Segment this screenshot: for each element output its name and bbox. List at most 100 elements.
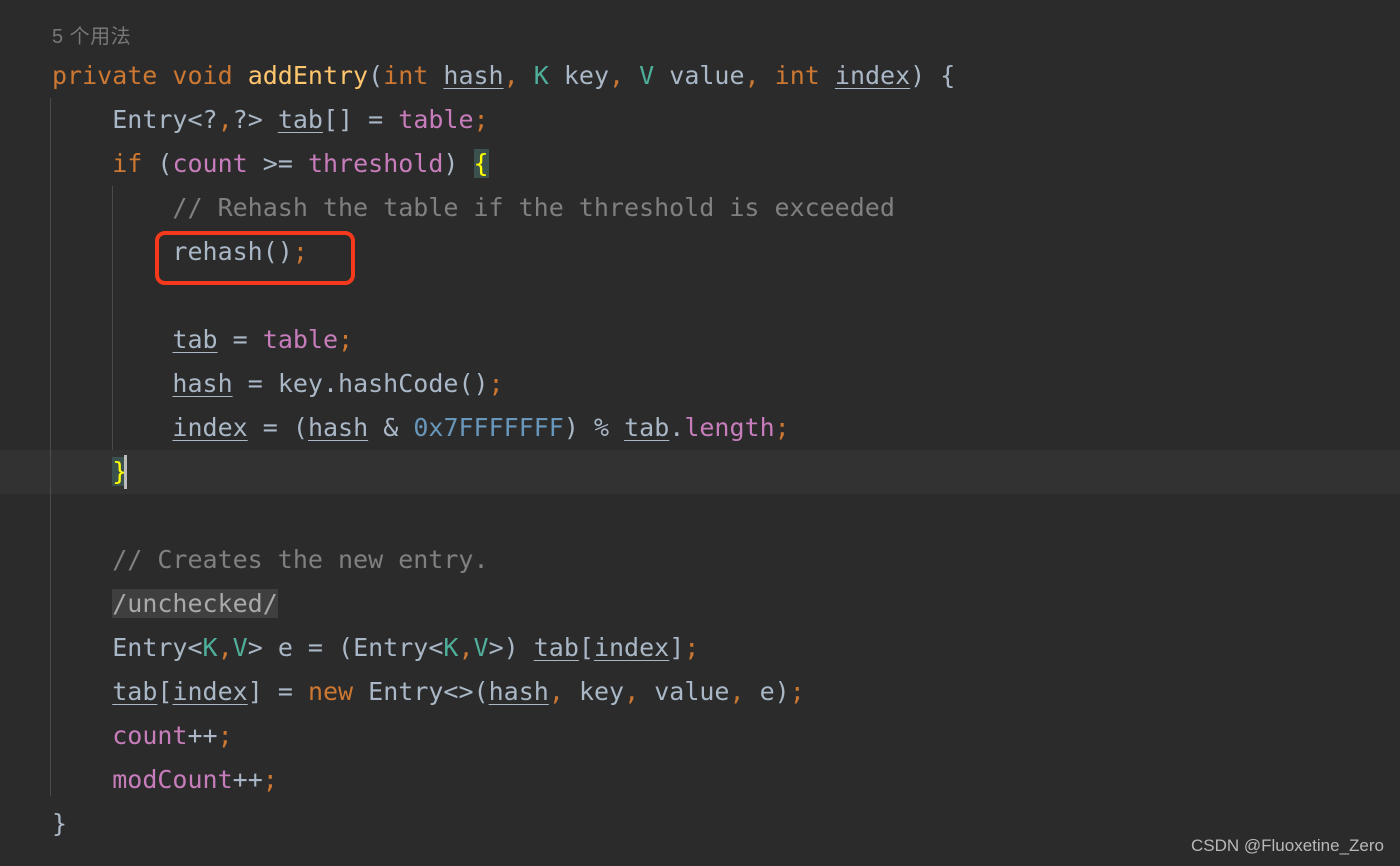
token-operator-assign: =: [368, 105, 384, 134]
token-semicolon: ;: [789, 677, 805, 706]
code-vision-usages-hint[interactable]: 5 个用法: [52, 20, 131, 49]
token-var-tab: tab: [112, 677, 158, 706]
token-comma: ,: [217, 633, 233, 662]
token-type-entry-open: Entry<: [112, 633, 203, 662]
token-brackets: []: [322, 105, 354, 134]
code-line-8: hash = key.hashCode();: [52, 362, 504, 406]
token-type-entry-rest: ?>: [232, 105, 263, 134]
code-line-2: Entry<?,?> tab[] = table;: [52, 98, 488, 142]
token-var-index: index: [593, 633, 670, 662]
token-field-table: table: [262, 325, 339, 354]
token-type-V: V: [473, 633, 489, 662]
indent-guide-level-1: [50, 98, 51, 796]
token-method-name: addEntry: [247, 61, 369, 90]
token-var-tab: tab: [624, 413, 670, 442]
code-line-10: }: [52, 450, 128, 494]
token-call-rehash: rehash(): [172, 237, 293, 266]
token-keyword-new: new: [307, 677, 354, 706]
code-line-4: // Rehash the table if the threshold is …: [52, 186, 894, 230]
token-field-modcount: modCount: [112, 765, 233, 794]
token-comment: // Creates the new entry.: [112, 545, 489, 574]
token-operator-increment: ++: [187, 721, 218, 750]
token-bracket-open: [: [157, 677, 173, 706]
token-param-hash: hash: [443, 61, 504, 90]
token-keyword-int: int: [383, 61, 429, 90]
token-var-hash: hash: [307, 413, 369, 442]
code-line-3: if (count >= threshold) {: [52, 142, 489, 186]
token-paren-close: ): [443, 149, 459, 178]
token-field-table: table: [398, 105, 474, 134]
token-field-threshold: threshold: [307, 149, 444, 178]
token-type-K: K: [443, 633, 459, 662]
token-keyword-void: void: [172, 61, 233, 90]
token-type-V: V: [232, 633, 248, 662]
token-paren-open: (: [368, 61, 384, 90]
csdn-watermark: CSDN @Fluoxetine_Zero: [1191, 836, 1384, 855]
token-var-tab: tab: [277, 105, 323, 134]
token-bracket-close: ]: [669, 633, 685, 662]
token-semicolon: ;: [217, 721, 233, 750]
token-field-length: length: [684, 413, 775, 442]
token-cast-open: > e = (Entry<: [247, 633, 444, 662]
token-operator-mod: %: [593, 413, 610, 442]
token-arg-key: key: [578, 677, 625, 706]
code-line-15: tab[index] = new Entry<>(hash, key, valu…: [52, 670, 805, 714]
token-dot: .: [669, 413, 685, 442]
code-line-18: }: [52, 802, 67, 846]
token-comma: ,: [217, 105, 233, 134]
token-type-V: V: [639, 61, 655, 90]
token-param-value: value: [669, 61, 745, 90]
token-operator-gte: >=: [262, 149, 293, 178]
folded-region-unchecked[interactable]: /unchecked/: [112, 589, 278, 618]
text-caret: [124, 455, 127, 489]
token-cast-close: >): [488, 633, 534, 662]
token-comma: ,: [624, 677, 640, 706]
token-var-index: index: [172, 413, 248, 442]
token-comma: ,: [458, 633, 474, 662]
code-editor[interactable]: 5 个用法 private void addEntry(int hash, K …: [0, 0, 1400, 866]
token-var-tab: tab: [533, 633, 579, 662]
token-field-count: count: [172, 149, 248, 178]
token-comma: ,: [744, 61, 760, 90]
token-brace-close: }: [52, 809, 68, 838]
token-var-index: index: [172, 677, 248, 706]
token-type-entry: Entry<?: [112, 105, 218, 134]
token-semicolon: ;: [488, 369, 504, 398]
token-semicolon: ;: [774, 413, 790, 442]
code-line-12: // Creates the new entry.: [52, 538, 489, 582]
token-arg-e: e: [759, 677, 775, 706]
token-comma: ,: [548, 677, 564, 706]
token-bracket-close: ]: [247, 677, 263, 706]
token-param-index: index: [834, 61, 911, 90]
